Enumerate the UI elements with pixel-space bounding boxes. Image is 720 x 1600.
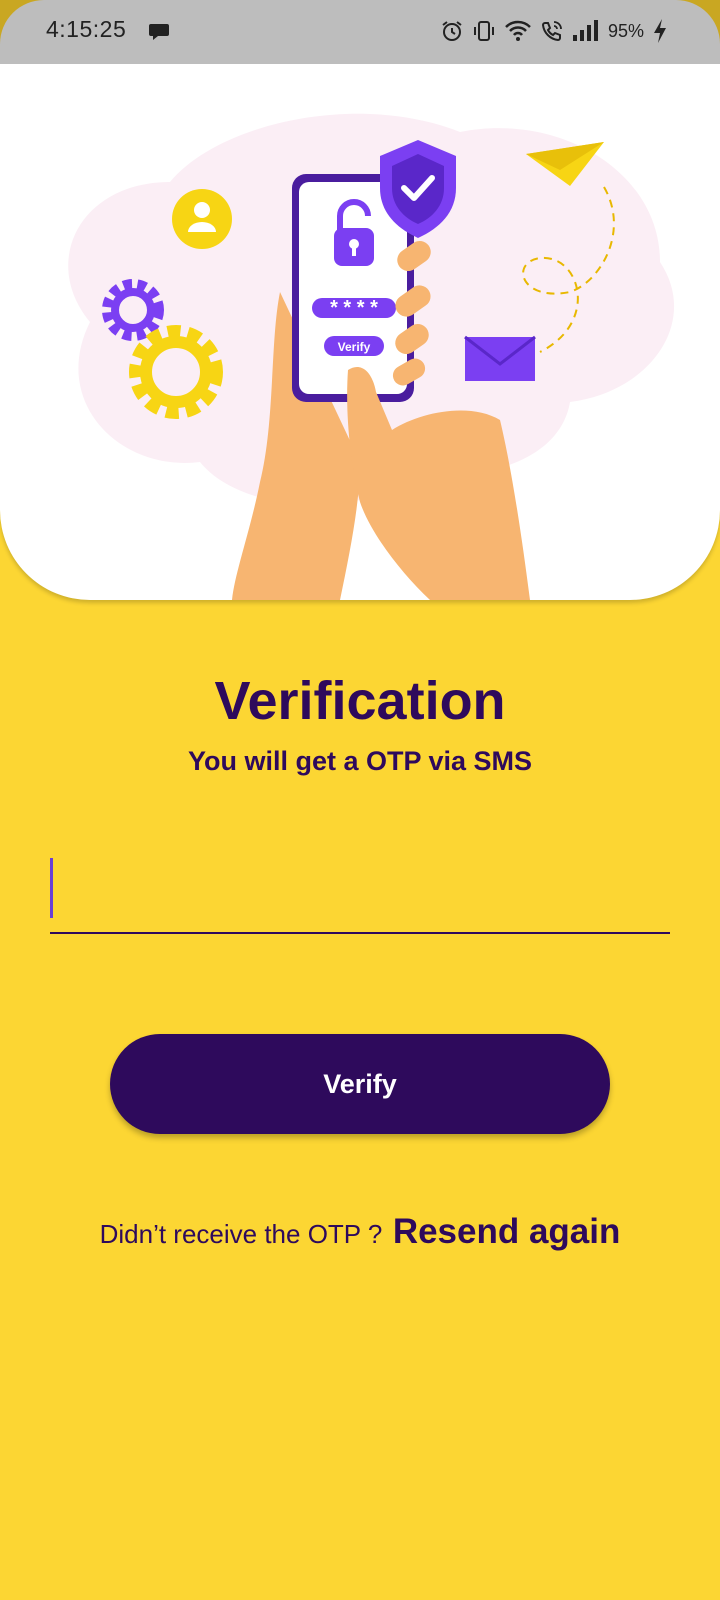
envelope-icon bbox=[464, 335, 536, 381]
vibrate-icon bbox=[473, 21, 494, 41]
phone-verify-label: Verify bbox=[338, 340, 371, 354]
signal-icon bbox=[572, 20, 598, 41]
wifi-icon bbox=[505, 20, 531, 41]
verify-button[interactable]: Verify bbox=[110, 1034, 610, 1134]
hero-illustration-card: * * * * Verify bbox=[0, 62, 720, 600]
wifi-call-icon bbox=[541, 21, 562, 42]
page-subtitle: You will get a OTP via SMS bbox=[187, 746, 533, 776]
charging-icon bbox=[654, 19, 666, 43]
text-cursor bbox=[50, 858, 53, 918]
message-icon bbox=[149, 24, 169, 40]
status-time: 4:15:25 bbox=[46, 16, 127, 42]
resend-prompt: Didn’t receive the OTP ? bbox=[99, 1219, 383, 1249]
alarm-icon bbox=[442, 21, 462, 41]
pin-mask-text: * * * * bbox=[330, 297, 378, 319]
otp-input[interactable] bbox=[50, 852, 670, 934]
status-icons: 95% bbox=[440, 18, 668, 44]
otp-illustration: * * * * Verify bbox=[68, 113, 675, 600]
resend-row: Didn’t receive the OTP ? Resend again bbox=[0, 1212, 720, 1252]
page-title: Verification bbox=[214, 671, 506, 731]
resend-link[interactable]: Resend again bbox=[393, 1212, 621, 1251]
user-avatar-icon bbox=[172, 189, 232, 249]
battery-percent: 95% bbox=[607, 20, 644, 41]
status-bar: 4:15:25 95% bbox=[0, 0, 720, 64]
